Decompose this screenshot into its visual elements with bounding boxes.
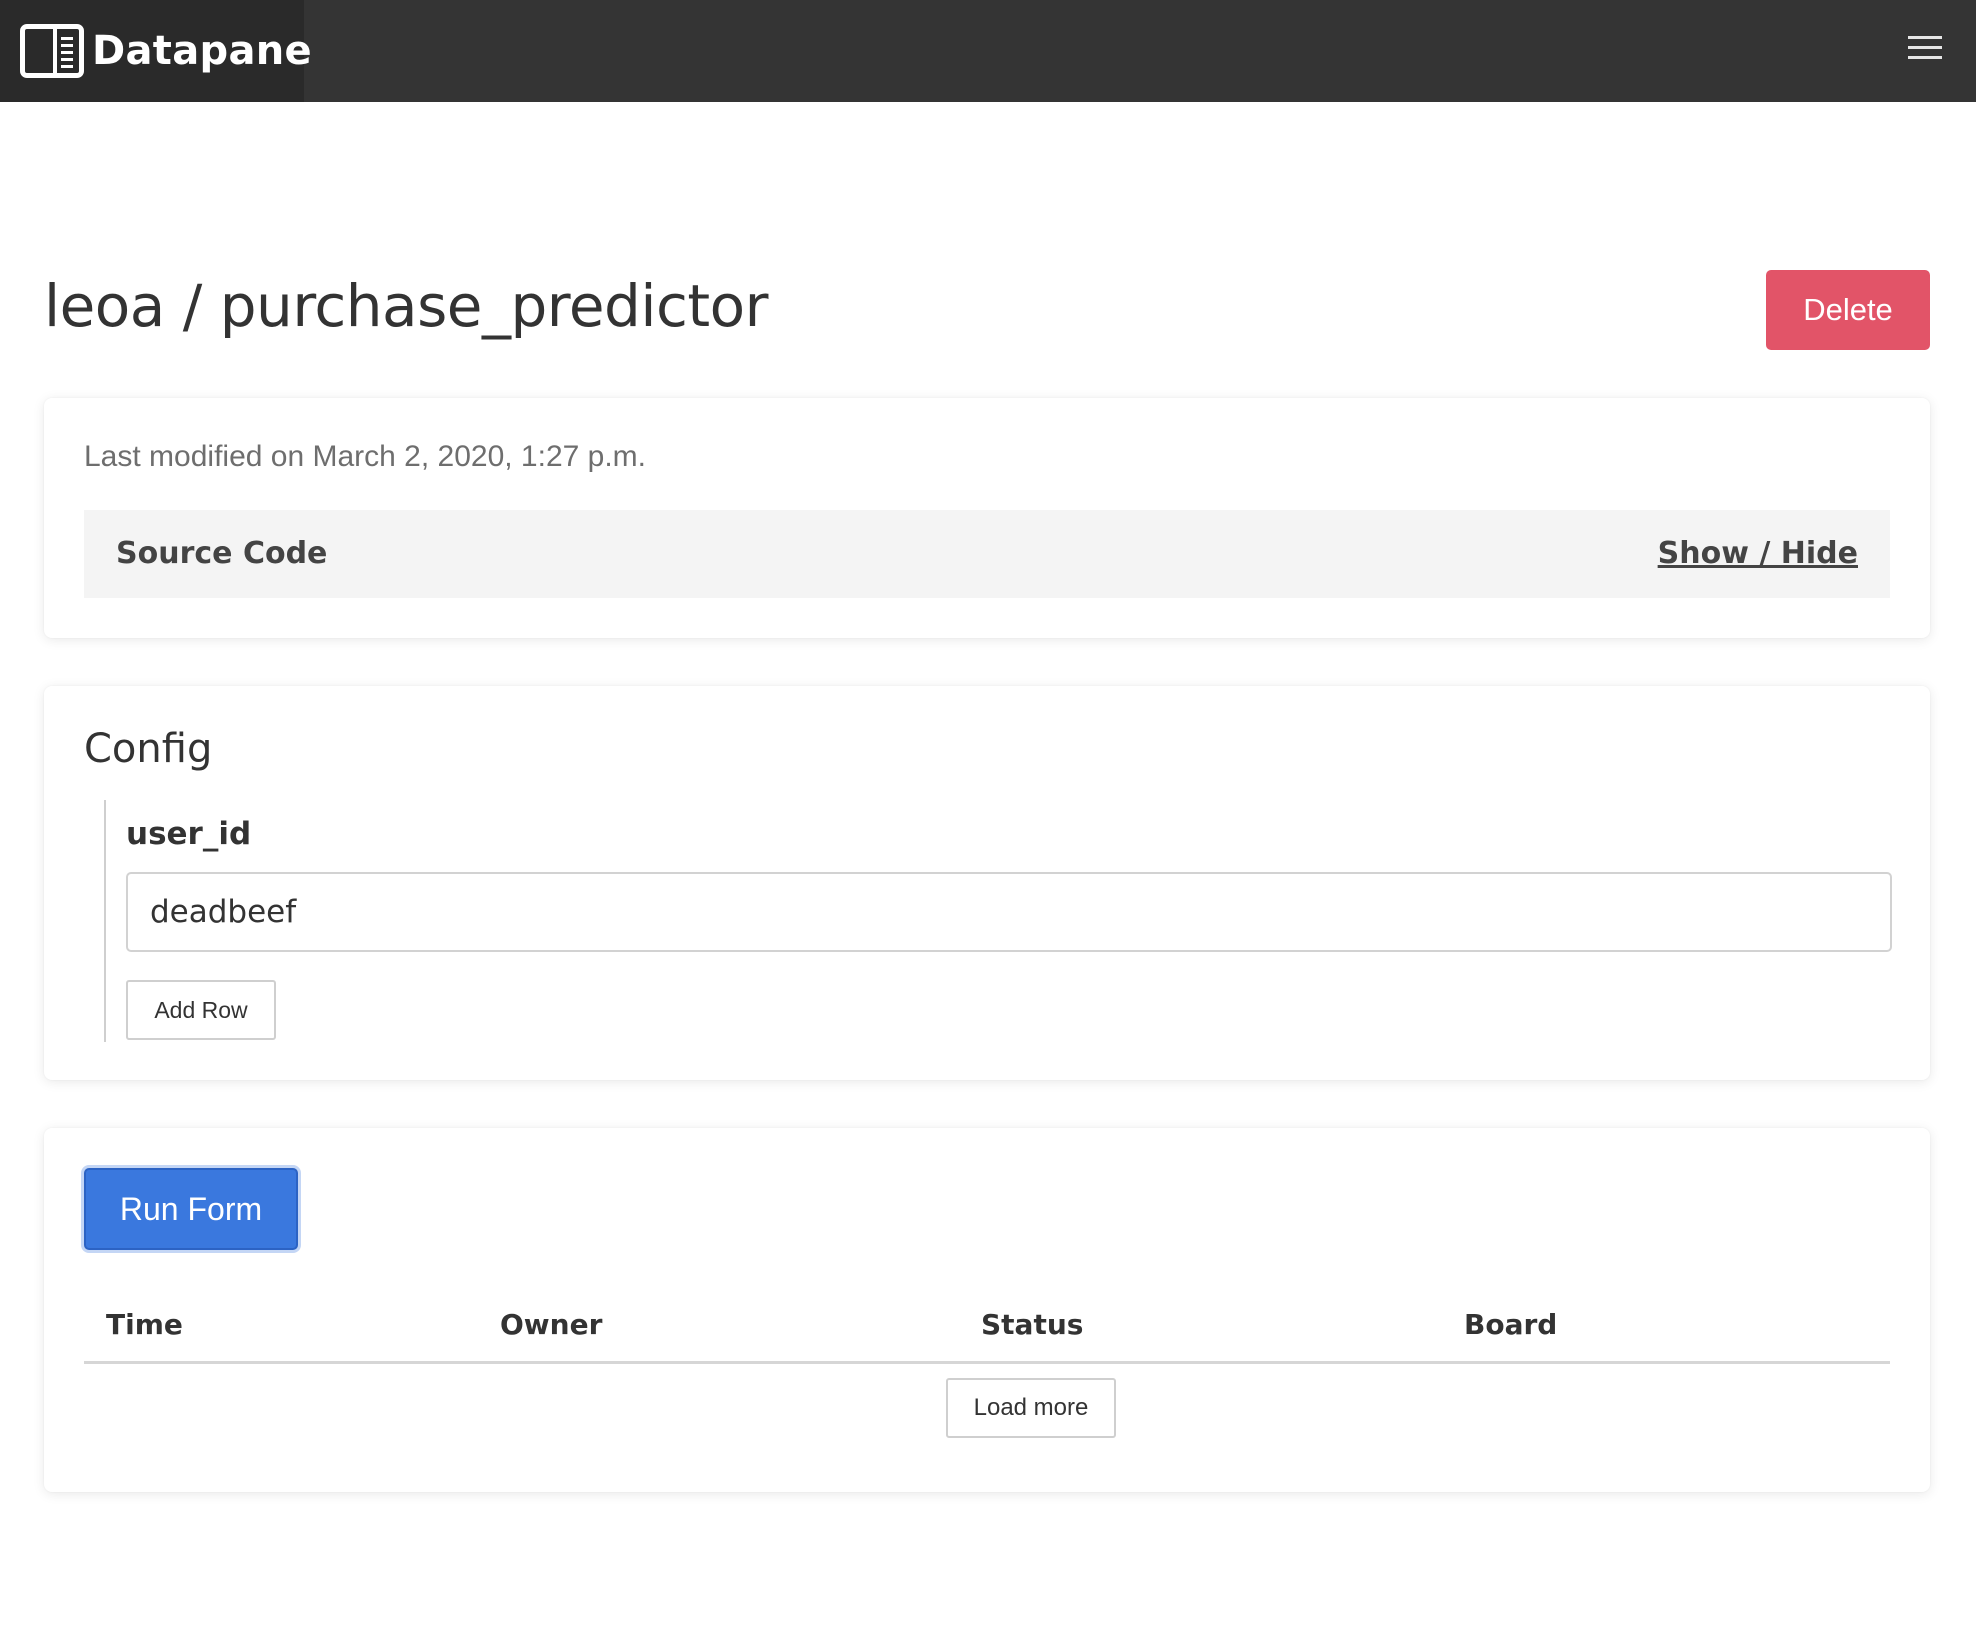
delete-button[interactable]: Delete: [1766, 270, 1930, 350]
load-more-button[interactable]: Load more: [946, 1378, 1116, 1438]
runs-table-header: Time Owner Status Board: [84, 1294, 1890, 1364]
user-id-label: user_id: [126, 816, 252, 852]
column-header-time[interactable]: Time: [106, 1308, 183, 1341]
source-code-panel: Source Code Show / Hide: [84, 510, 1890, 598]
summary-card: Last modified on March 2, 2020, 1:27 p.m…: [44, 398, 1930, 638]
page-title: leoa / purchase_predictor: [44, 272, 768, 340]
column-header-status[interactable]: Status: [981, 1308, 1083, 1341]
column-header-board[interactable]: Board: [1464, 1308, 1557, 1341]
runs-table: Time Owner Status Board: [84, 1294, 1890, 1364]
run-form-button[interactable]: Run Form: [84, 1168, 298, 1250]
datapane-logo-icon: [20, 24, 84, 78]
config-field-group: user_id Add Row: [104, 800, 1892, 1042]
source-code-label: Source Code: [116, 536, 328, 571]
user-id-input[interactable]: [126, 872, 1892, 952]
last-modified-text: Last modified on March 2, 2020, 1:27 p.m…: [84, 440, 646, 473]
top-navbar: Datapane: [0, 0, 1976, 102]
config-title: Config: [84, 726, 213, 772]
source-code-toggle-link[interactable]: Show / Hide: [1658, 536, 1858, 571]
column-header-owner[interactable]: Owner: [500, 1308, 602, 1341]
config-card: Config user_id Add Row: [44, 686, 1930, 1080]
brand-name: Datapane: [92, 28, 312, 74]
add-row-button[interactable]: Add Row: [126, 980, 276, 1040]
runs-card: Run Form Time Owner Status Board Load mo…: [44, 1128, 1930, 1492]
brand-home-link[interactable]: Datapane: [0, 0, 312, 102]
hamburger-menu-icon[interactable]: [1908, 36, 1942, 60]
